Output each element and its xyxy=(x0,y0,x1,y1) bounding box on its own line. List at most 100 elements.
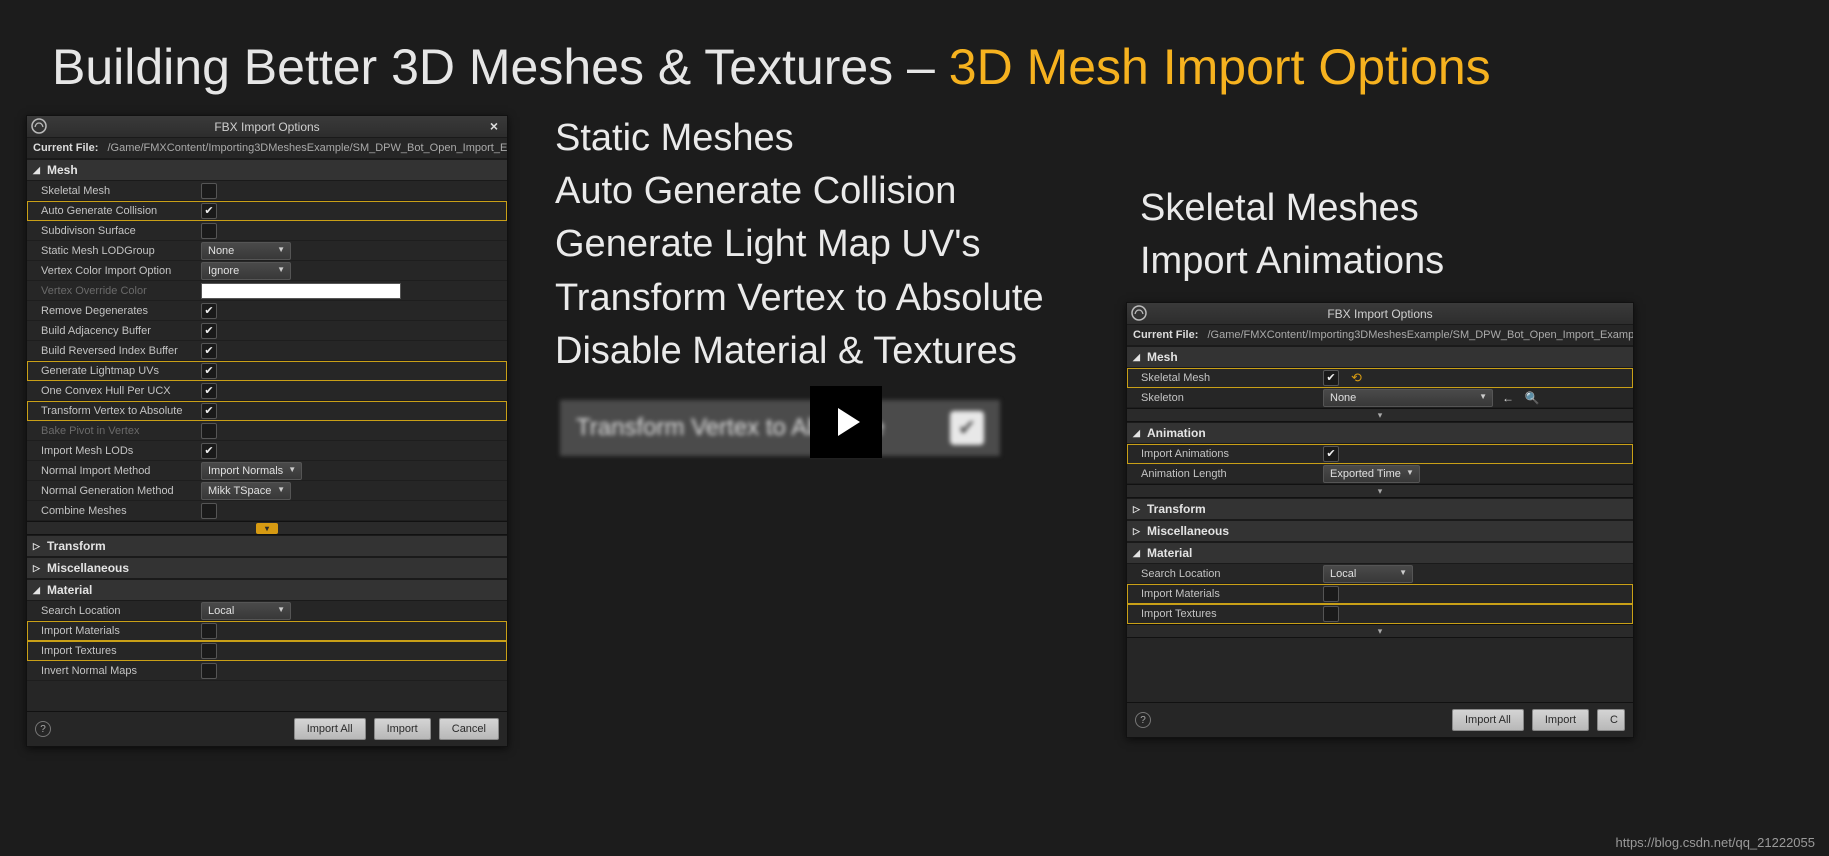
help-icon[interactable]: ? xyxy=(35,721,51,737)
expand-advanced-mesh[interactable]: ▾ xyxy=(1127,408,1633,422)
window-title: FBX Import Options xyxy=(214,120,319,134)
section-transform[interactable]: ▷Transform xyxy=(1127,498,1633,520)
dropdown-skeleton[interactable]: None xyxy=(1323,389,1493,407)
cancel-button-fragment[interactable]: C xyxy=(1597,709,1625,731)
row-subdiv-surface: Subdivison Surface xyxy=(27,221,507,241)
button-row: ? Import All Import C xyxy=(1127,702,1633,737)
expand-advanced-mat[interactable]: ▾ xyxy=(1127,624,1633,638)
checkbox-import-materials[interactable] xyxy=(1323,586,1339,602)
titlebar[interactable]: FBX Import Options × xyxy=(27,116,507,138)
row-auto-gen-collision: Auto Generate Collision xyxy=(27,201,507,221)
dropdown-normal-import[interactable]: Import Normals xyxy=(201,462,302,480)
current-file-path: /Game/FMXContent/Importing3DMeshesExampl… xyxy=(1207,329,1633,341)
section-mesh[interactable]: ◢Mesh xyxy=(27,159,507,181)
row-import-materials: Import Materials xyxy=(1127,584,1633,604)
checkbox-subdiv-surface[interactable] xyxy=(201,223,217,239)
row-build-rev-index: Build Reversed Index Buffer xyxy=(27,341,507,361)
video-tile-check-icon: ✔ xyxy=(950,411,984,445)
row-static-mesh-lodgroup: Static Mesh LODGroupNone xyxy=(27,241,507,261)
checkbox-transform-vertex-abs[interactable] xyxy=(201,403,217,419)
dropdown-search-location[interactable]: Local xyxy=(201,602,291,620)
checkbox-gen-lightmap[interactable] xyxy=(201,363,217,379)
chevron-right-icon: ▷ xyxy=(1133,526,1143,537)
bullet-transform-vertex: Transform Vertex to Absolute xyxy=(555,272,1044,325)
row-search-location: Search LocationLocal xyxy=(27,601,507,621)
checkbox-one-convex[interactable] xyxy=(201,383,217,399)
checkbox-skeletal-mesh[interactable] xyxy=(1323,370,1339,386)
row-skeletal-mesh: Skeletal Mesh xyxy=(27,181,507,201)
chevron-down-icon: ◢ xyxy=(1133,428,1143,439)
right-bullets: Skeletal Meshes Import Animations xyxy=(1140,182,1444,288)
section-misc[interactable]: ▷Miscellaneous xyxy=(1127,520,1633,542)
import-all-button[interactable]: Import All xyxy=(1452,709,1524,731)
row-vertex-override-color: Vertex Override Color xyxy=(27,281,507,301)
section-material[interactable]: ◢Material xyxy=(27,579,507,601)
chevron-down-icon: ◢ xyxy=(1133,352,1143,363)
chevron-down-icon: ▾ xyxy=(256,523,278,534)
row-anim-length: Animation LengthExported Time xyxy=(1127,464,1633,484)
chevron-down-icon: ◢ xyxy=(1133,548,1143,559)
row-normal-import: Normal Import MethodImport Normals xyxy=(27,461,507,481)
checkbox-import-mesh-lods[interactable] xyxy=(201,443,217,459)
unreal-logo-icon xyxy=(31,118,47,134)
section-animation[interactable]: ◢Animation xyxy=(1127,422,1633,444)
chevron-down-icon: ▾ xyxy=(1378,626,1383,637)
section-mesh[interactable]: ◢Mesh xyxy=(1127,346,1633,368)
reset-icon[interactable]: ⟲ xyxy=(1351,370,1362,386)
row-remove-degen: Remove Degenerates xyxy=(27,301,507,321)
section-transform[interactable]: ▷Transform xyxy=(27,535,507,557)
play-button[interactable] xyxy=(810,386,882,458)
checkbox-import-textures[interactable] xyxy=(1323,606,1339,622)
help-icon[interactable]: ? xyxy=(1135,712,1151,728)
checkbox-build-adj[interactable] xyxy=(201,323,217,339)
row-skeletal-mesh: Skeletal Mesh⟲ xyxy=(1127,368,1633,388)
close-button[interactable]: × xyxy=(485,118,503,134)
checkbox-import-animations[interactable] xyxy=(1323,446,1339,462)
bullet-gen-lightmap: Generate Light Map UV's xyxy=(555,218,1044,271)
checkbox-import-materials[interactable] xyxy=(201,623,217,639)
import-button[interactable]: Import xyxy=(374,718,431,740)
checkbox-invert-normal[interactable] xyxy=(201,663,217,679)
bullet-auto-gen-collision: Auto Generate Collision xyxy=(555,165,1044,218)
dropdown-search-location[interactable]: Local xyxy=(1323,565,1413,583)
checkbox-skeletal-mesh[interactable] xyxy=(201,183,217,199)
cancel-button[interactable]: Cancel xyxy=(439,718,499,740)
dropdown-lodgroup[interactable]: None xyxy=(201,242,291,260)
expand-advanced-mesh[interactable]: ▾ xyxy=(27,521,507,535)
import-all-button[interactable]: Import All xyxy=(294,718,366,740)
fbx-import-panel-right: FBX Import Options Current File: /Game/F… xyxy=(1126,302,1634,738)
bullet-static-meshes: Static Meshes xyxy=(555,112,1044,165)
checkbox-bake-pivot[interactable] xyxy=(201,423,217,439)
row-import-mesh-lods: Import Mesh LODs xyxy=(27,441,507,461)
checkbox-auto-gen-collision[interactable] xyxy=(201,203,217,219)
middle-bullets: Static Meshes Auto Generate Collision Ge… xyxy=(555,112,1044,378)
import-button[interactable]: Import xyxy=(1532,709,1589,731)
checkbox-build-rev-index[interactable] xyxy=(201,343,217,359)
slide-title: Building Better 3D Meshes & Textures – 3… xyxy=(52,38,1491,96)
current-file-label: Current File: xyxy=(33,142,98,154)
row-transform-vertex-abs: Transform Vertex to Absolute xyxy=(27,401,507,421)
checkbox-remove-degen[interactable] xyxy=(201,303,217,319)
row-import-textures: Import Textures xyxy=(1127,604,1633,624)
row-one-convex: One Convex Hull Per UCX xyxy=(27,381,507,401)
section-material[interactable]: ◢Material xyxy=(1127,542,1633,564)
row-vertex-color-import: Vertex Color Import OptionIgnore xyxy=(27,261,507,281)
current-file-row: Current File: /Game/FMXContent/Importing… xyxy=(27,138,507,159)
search-icon[interactable]: 🔍 xyxy=(1523,389,1541,407)
checkbox-combine-meshes[interactable] xyxy=(201,503,217,519)
dropdown-normal-gen[interactable]: Mikk TSpace xyxy=(201,482,291,500)
unreal-logo-icon xyxy=(1131,305,1147,321)
titlebar[interactable]: FBX Import Options xyxy=(1127,303,1633,325)
back-arrow-icon[interactable]: ← xyxy=(1499,389,1517,407)
expand-advanced-anim[interactable]: ▾ xyxy=(1127,484,1633,498)
checkbox-import-textures[interactable] xyxy=(201,643,217,659)
dropdown-vertex-color[interactable]: Ignore xyxy=(201,262,291,280)
row-import-animations: Import Animations xyxy=(1127,444,1633,464)
row-normal-gen: Normal Generation MethodMikk TSpace xyxy=(27,481,507,501)
chevron-right-icon: ▷ xyxy=(1133,504,1143,515)
color-swatch[interactable] xyxy=(201,283,401,299)
section-misc[interactable]: ▷Miscellaneous xyxy=(27,557,507,579)
row-gen-lightmap-uvs: Generate Lightmap UVs xyxy=(27,361,507,381)
dropdown-anim-length[interactable]: Exported Time xyxy=(1323,465,1420,483)
chevron-right-icon: ▷ xyxy=(33,541,43,552)
